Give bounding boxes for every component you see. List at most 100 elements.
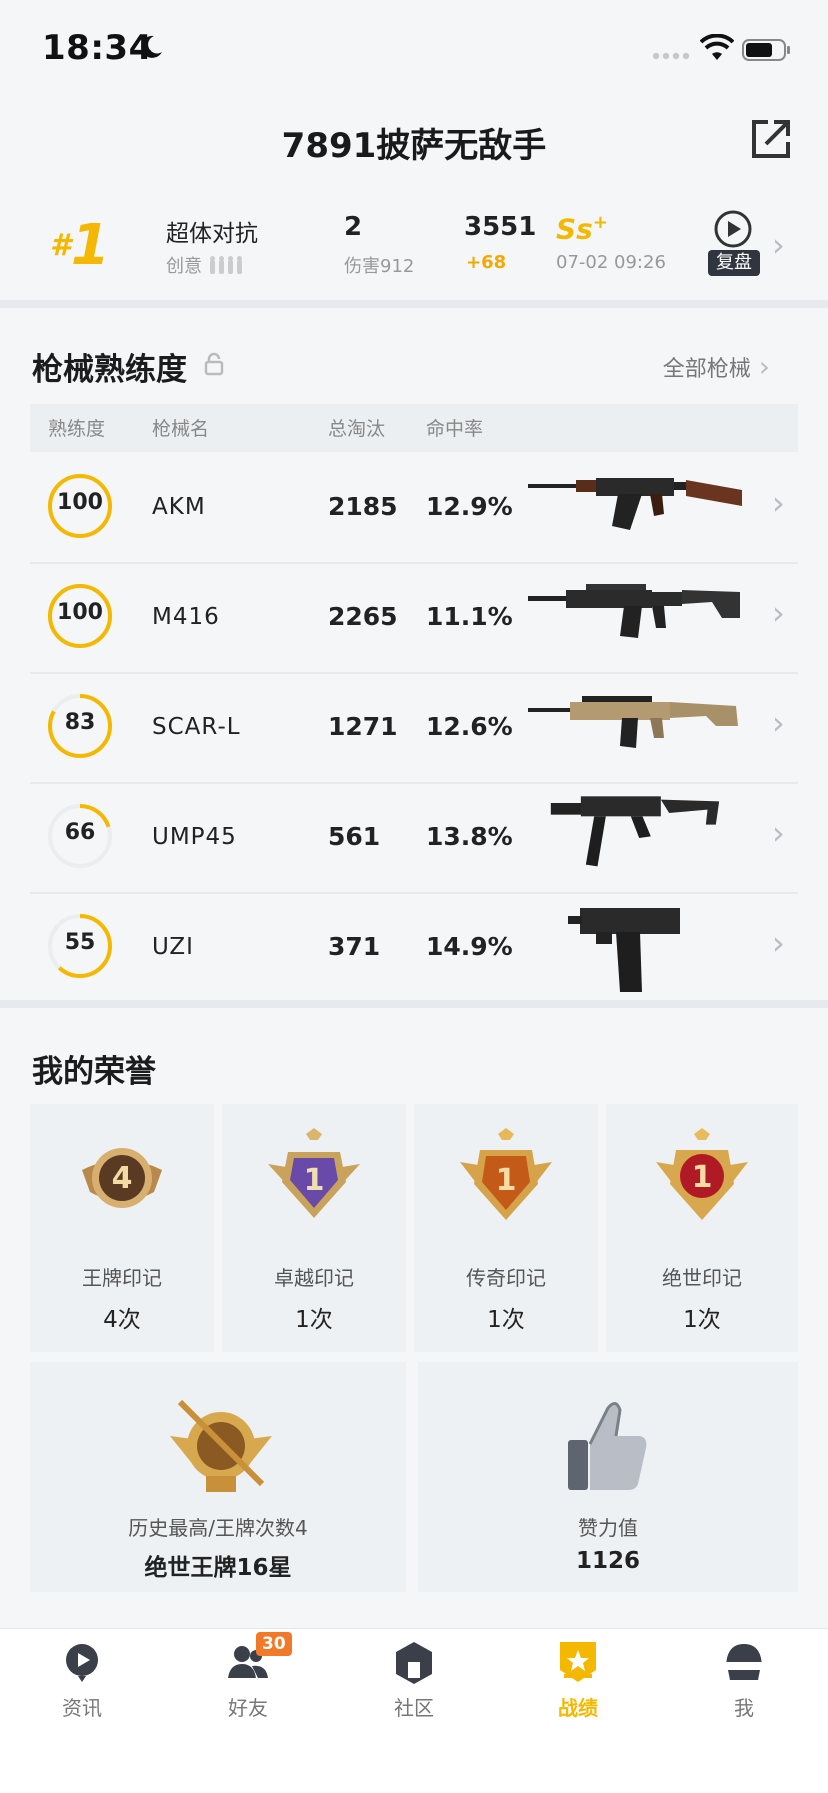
weapon-name: UZI bbox=[152, 934, 194, 960]
weapons-title: 枪械熟练度 bbox=[32, 352, 187, 388]
weapon-accuracy: 11.1% bbox=[426, 602, 513, 631]
match-grade: Ss+ bbox=[556, 212, 608, 245]
m416-rifle-image bbox=[528, 584, 740, 638]
scar-l-rifle-image bbox=[528, 696, 738, 748]
status-time: 18:34 bbox=[42, 28, 153, 68]
grade-plus: + bbox=[592, 212, 608, 233]
latest-match-card[interactable] bbox=[30, 188, 798, 296]
tab-label: 社区 bbox=[394, 1696, 434, 1720]
moon-icon bbox=[141, 35, 162, 58]
badge-number: 1 bbox=[304, 1163, 325, 1198]
badge-number: 4 bbox=[112, 1161, 133, 1196]
chevron-right-icon[interactable]: › bbox=[772, 594, 785, 632]
header-weapon-name: 枪械名 bbox=[152, 418, 210, 440]
match-score: 3551 bbox=[464, 212, 537, 242]
excellence-mark-badge: 1 bbox=[268, 1128, 360, 1218]
match-mode: 超体对抗 bbox=[166, 221, 258, 247]
record-icon bbox=[560, 1642, 596, 1682]
section-divider bbox=[0, 300, 828, 308]
grade-text: Ss bbox=[556, 212, 593, 246]
honor-label: 绝世印记 bbox=[662, 1266, 742, 1290]
all-weapons-label: 全部枪械 bbox=[662, 357, 751, 382]
honor-label: 王牌印记 bbox=[82, 1266, 162, 1290]
chevron-right-icon[interactable]: › bbox=[772, 484, 785, 522]
tab-label: 好友 bbox=[228, 1696, 268, 1720]
weapon-kills: 561 bbox=[328, 822, 381, 851]
match-damage: 伤害912 bbox=[344, 256, 415, 277]
match-kills: 2 bbox=[344, 212, 363, 242]
match-map: 创意 bbox=[166, 252, 248, 278]
legend-mark-badge: 1 bbox=[460, 1128, 552, 1220]
friends-notification-badge: 30 bbox=[256, 1632, 292, 1656]
tab-news[interactable]: 资讯 bbox=[22, 1640, 142, 1721]
chevron-right-icon[interactable]: › bbox=[772, 226, 785, 264]
header-accuracy: 命中率 bbox=[426, 418, 484, 440]
mastery-level: 100 bbox=[57, 490, 103, 515]
weapons-table-header bbox=[30, 404, 798, 452]
wifi-icon bbox=[700, 34, 734, 60]
weapon-kills: 371 bbox=[328, 932, 381, 961]
tab-record[interactable]: 战绩 bbox=[518, 1640, 638, 1721]
uzi-smg-image bbox=[568, 908, 680, 992]
helmet-icon bbox=[726, 1644, 762, 1680]
akm-rifle-image bbox=[528, 478, 742, 530]
header-total-kills: 总淘汰 bbox=[328, 418, 386, 440]
share-icon[interactable] bbox=[750, 118, 792, 160]
chevron-right-icon[interactable]: › bbox=[772, 924, 785, 962]
tab-label: 我 bbox=[734, 1696, 754, 1720]
honors-title: 我的荣誉 bbox=[32, 1054, 156, 1090]
badge-number: 1 bbox=[692, 1160, 713, 1195]
weapon-kills: 1271 bbox=[328, 712, 398, 741]
weapon-accuracy: 13.8% bbox=[426, 822, 513, 851]
mastery-level: 66 bbox=[64, 820, 96, 845]
weapon-accuracy: 12.9% bbox=[426, 492, 513, 521]
weapon-name: SCAR-L bbox=[152, 714, 241, 740]
match-score-delta: +68 bbox=[466, 252, 507, 273]
mastery-level: 100 bbox=[57, 600, 103, 625]
honor-value: 1次 bbox=[683, 1307, 721, 1333]
ump45-smg-image bbox=[550, 796, 720, 867]
cellular-signal-icon bbox=[652, 52, 690, 60]
weapon-name: AKM bbox=[152, 494, 206, 520]
lock-icon[interactable] bbox=[204, 352, 224, 376]
section-divider bbox=[0, 1000, 828, 1008]
weapon-accuracy: 14.9% bbox=[426, 932, 513, 961]
match-datetime: 07-02 09:26 bbox=[556, 252, 666, 273]
honor-label: 赞力值 bbox=[578, 1516, 638, 1540]
weapon-kills: 2185 bbox=[328, 492, 398, 521]
weapon-accuracy: 12.6% bbox=[426, 712, 513, 741]
mastery-level: 55 bbox=[64, 930, 96, 955]
replay-icon[interactable] bbox=[712, 208, 754, 250]
news-icon bbox=[66, 1644, 98, 1682]
peerless-mark-badge: 1 bbox=[656, 1128, 748, 1220]
replay-button[interactable]: 复盘 bbox=[708, 250, 760, 276]
tab-community[interactable]: 社区 bbox=[354, 1640, 474, 1721]
weapon-name: UMP45 bbox=[152, 824, 237, 850]
weapon-name: M416 bbox=[152, 604, 220, 630]
rank-badge: #1 bbox=[50, 213, 110, 278]
rank-number: 1 bbox=[70, 213, 110, 278]
honor-label: 传奇印记 bbox=[466, 1266, 546, 1290]
tier-emblem-badge bbox=[170, 1399, 272, 1492]
chevron-right-icon[interactable]: › bbox=[772, 704, 785, 742]
match-map-label: 创意 bbox=[166, 256, 202, 277]
chevron-right-icon[interactable]: › bbox=[772, 814, 785, 852]
tab-label: 战绩 bbox=[558, 1696, 598, 1720]
honor-value: 1次 bbox=[295, 1307, 333, 1333]
battery-icon bbox=[742, 39, 790, 61]
honor-value: 4次 bbox=[103, 1307, 141, 1333]
page-title: 7891披萨无敌手 bbox=[281, 126, 547, 166]
mastery-level: 83 bbox=[64, 710, 96, 735]
all-weapons-link[interactable]: 全部枪械 › bbox=[663, 350, 770, 383]
tab-me[interactable]: 我 bbox=[684, 1640, 804, 1721]
tab-label: 资讯 bbox=[62, 1696, 102, 1720]
honor-value: 绝世王牌16星 bbox=[144, 1555, 292, 1581]
honor-value: 1次 bbox=[487, 1307, 525, 1333]
honor-value: 1126 bbox=[575, 1548, 640, 1574]
badge-number: 1 bbox=[496, 1163, 517, 1198]
team-members-icon bbox=[209, 256, 242, 274]
chevron-right-icon: › bbox=[758, 350, 770, 383]
honor-label: 历史最高/王牌次数4 bbox=[128, 1516, 308, 1540]
community-icon bbox=[396, 1642, 432, 1684]
honor-label: 卓越印记 bbox=[274, 1266, 354, 1290]
